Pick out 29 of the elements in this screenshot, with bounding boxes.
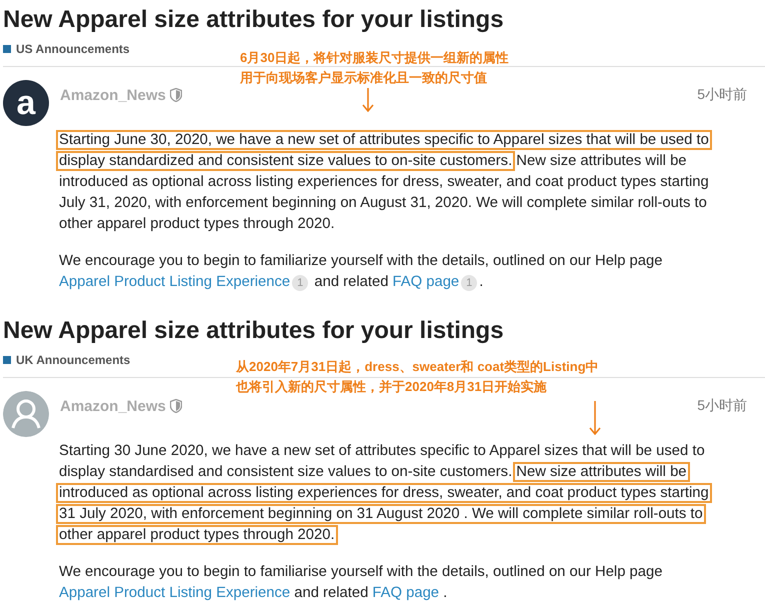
annotation-text: 6月30日起，将针对服装尺寸提供一组新的属性 xyxy=(240,49,509,67)
annotation-text: 从2020年7月31日起，dress、sweater和 coat类型的Listing中 xyxy=(236,358,599,376)
author-name[interactable]: Amazon_News xyxy=(60,87,166,104)
post-title: New Apparel size attributes for your listings xyxy=(2,5,505,34)
category-icon xyxy=(3,45,11,53)
annotation-text: 用于向现场客户显示标准化且一致的尺寸值 xyxy=(240,69,488,87)
post-title: New Apparel size attributes for your listings xyxy=(2,316,505,345)
help-link[interactable]: Apparel Product Listing Experience xyxy=(59,274,290,290)
annotation-text: 也将引入新的尺寸属性，并于2020年8月31日开始实施 xyxy=(236,378,548,396)
click-count: 1 xyxy=(292,275,308,291)
category-link[interactable]: UK Announcements xyxy=(16,353,130,367)
post-time: 5小时前 xyxy=(697,397,748,415)
post-paragraph: We encourage you to begin to familiarise yourself with the details, outlined on our Help page Apparel Product Listing Experience and related FAQ page . xyxy=(59,563,664,603)
down-arrow-icon xyxy=(362,88,374,112)
help-link[interactable]: Apparel Product Listing Experience xyxy=(59,585,290,601)
help-link[interactable]: FAQ page xyxy=(392,274,460,290)
shield-icon xyxy=(170,88,182,102)
author-name[interactable]: Amazon_News xyxy=(60,398,166,415)
category-link[interactable]: US Announcements xyxy=(16,42,130,56)
help-link[interactable]: FAQ page xyxy=(372,585,440,601)
post-paragraph: Starting June 30, 2020, we have a new set of attributes specific to Apparel sizes that will be used to display standardized and consistent size values to on-site customers. New size attributes will be introduced as optional across listing experiences for dress, sweater, and coat product types starting July 31, 2020, with enforcement beginning on August 31, 2020. We will complete similar roll-outs to other apparel product types through 2020. xyxy=(59,130,729,235)
post-time: 5小时前 xyxy=(697,86,748,104)
logo-avatar: a xyxy=(3,80,49,126)
user-avatar-icon xyxy=(3,391,49,437)
shield-icon xyxy=(170,399,182,413)
category-icon xyxy=(3,356,11,364)
down-arrow-icon xyxy=(589,401,601,435)
post-paragraph: We encourage you to begin to familiarize yourself with the details, outlined on our Help page Apparel Product Listing Experience 1 and related FAQ page 1 . xyxy=(59,252,664,293)
click-count: 1 xyxy=(461,275,478,291)
